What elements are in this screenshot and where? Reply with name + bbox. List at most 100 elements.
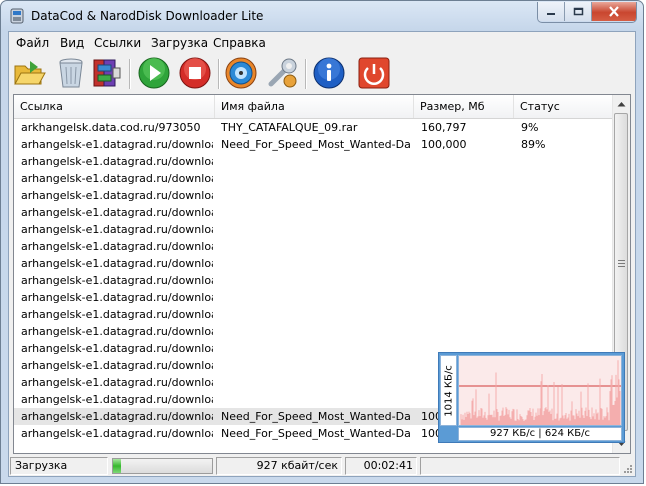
cell-filename xyxy=(221,323,411,340)
archive-icon[interactable] xyxy=(89,56,123,90)
list-row[interactable]: arhangelsk-e1.datagrad.ru/download/... xyxy=(14,204,614,221)
menu-view[interactable]: Вид xyxy=(60,36,84,50)
resize-grip-icon[interactable] xyxy=(623,464,633,474)
cell-link: arhangelsk-e1.datagrad.ru/download/... xyxy=(21,172,213,185)
cell-filename: THY_CATAFALQUE_09.rar xyxy=(221,121,358,134)
cell-status xyxy=(521,187,611,204)
cell-link: arhangelsk-e1.datagrad.ru/download/... xyxy=(21,376,213,389)
close-button[interactable] xyxy=(592,2,636,21)
cell-status xyxy=(521,323,611,340)
cell-status xyxy=(521,272,611,289)
list-row[interactable]: arhangelsk-e1.datagrad.ru/download/... xyxy=(14,221,614,238)
progress-bar xyxy=(112,458,213,474)
cell-status xyxy=(521,170,611,187)
cell-status xyxy=(521,153,611,170)
cell-size xyxy=(421,272,511,289)
cell-link: arhangelsk-e1.datagrad.ru/download/... xyxy=(21,359,213,372)
cell-link: arhangelsk-e1.datagrad.ru/download/... xyxy=(21,325,213,338)
cell-size xyxy=(421,323,511,340)
cell-link: arhangelsk-e1.datagrad.ru/download/... xyxy=(21,257,213,270)
cell-link: arhangelsk-e1.datagrad.ru/download/... xyxy=(21,240,213,253)
cell-filename xyxy=(221,391,411,408)
list-row[interactable]: arhangelsk-e1.datagrad.ru/download/... xyxy=(14,323,614,340)
toolbar-separator xyxy=(305,59,307,89)
column-filename-header[interactable]: Имя файла xyxy=(215,95,414,118)
speed-graph-widget[interactable]: 1014 КБ/с 927 КБ/с | 624 КБ/с xyxy=(438,352,625,443)
cell-status: 9% xyxy=(521,121,539,134)
status-speed: 927 кбайт/сек xyxy=(216,457,342,475)
disk-icon[interactable] xyxy=(224,56,258,90)
cell-filename xyxy=(221,170,411,187)
cell-link: arhangelsk-e1.datagrad.ru/download/... xyxy=(21,206,213,219)
menu-links[interactable]: Ссылки xyxy=(94,36,141,50)
graph-speed-label: 927 КБ/с | 624 КБ/с xyxy=(458,427,622,441)
list-row[interactable]: arhangelsk-e1.datagrad.ru/download/... xyxy=(14,170,614,187)
open-folder-icon[interactable] xyxy=(12,56,46,90)
arrow-up-icon xyxy=(617,101,626,106)
toolbar-separator xyxy=(218,59,220,89)
toolbar-separator xyxy=(129,59,131,89)
list-row[interactable]: arhangelsk-e1.datagrad.ru/download/... xyxy=(14,238,614,255)
settings-icon[interactable] xyxy=(265,56,299,90)
maximize-button[interactable] xyxy=(565,2,592,21)
cell-status xyxy=(521,306,611,323)
recycle-bin-icon[interactable] xyxy=(54,56,88,90)
graph-y-label: 1014 КБ/с xyxy=(443,364,454,417)
info-icon[interactable] xyxy=(312,56,346,90)
list-row[interactable]: arhangelsk-e1.datagrad.ru/download/... xyxy=(14,306,614,323)
minimize-button[interactable] xyxy=(538,2,565,21)
scroll-up-button[interactable] xyxy=(613,95,630,112)
cell-status xyxy=(521,238,611,255)
status-bar: Загрузка 927 кбайт/сек 00:02:41 xyxy=(9,456,635,476)
cell-link: arhangelsk-e1.datagrad.ru/download/... xyxy=(21,393,213,406)
graph-plot xyxy=(458,355,622,426)
list-row[interactable]: arkhangelsk.data.cod.ru/973050 THY_CATAFA… xyxy=(14,119,614,136)
list-row[interactable]: arhangelsk-e1.datagrad.ru/download/... xyxy=(14,255,614,272)
cell-status xyxy=(521,221,611,238)
cell-size xyxy=(421,204,511,221)
list-row[interactable]: arhangelsk-e1.datagrad.ru/download/... xyxy=(14,153,614,170)
cell-size xyxy=(421,153,511,170)
column-status-header[interactable]: Статус xyxy=(514,95,614,118)
title-bar[interactable]: DataCod & NarodDisk Downloader Lite xyxy=(1,1,643,31)
cell-link: arkhangelsk.data.cod.ru/973050 xyxy=(21,121,201,134)
cell-size xyxy=(421,238,511,255)
cell-filename xyxy=(221,357,411,374)
cell-size xyxy=(421,170,511,187)
list-row[interactable]: arhangelsk-e1.datagrad.ru/download/... xyxy=(14,187,614,204)
cell-filename xyxy=(221,153,411,170)
cell-filename xyxy=(221,187,411,204)
column-link-header[interactable]: Ссылка xyxy=(14,95,215,118)
cell-filename xyxy=(221,289,411,306)
cell-size xyxy=(421,187,511,204)
exit-icon[interactable] xyxy=(357,56,391,90)
cell-link: arhangelsk-e1.datagrad.ru/download/... xyxy=(21,427,213,440)
menu-file[interactable]: Файл xyxy=(16,36,49,50)
cell-link: arhangelsk-e1.datagrad.ru/download/... xyxy=(21,223,213,236)
cell-link: arhangelsk-e1.datagrad.ru/download/... xyxy=(21,342,213,355)
graph-y-label-box: 1014 КБ/с xyxy=(440,355,457,426)
cell-size: 100,000 xyxy=(421,138,467,151)
cell-filename xyxy=(221,204,411,221)
menu-help[interactable]: Справка xyxy=(213,36,266,50)
cell-link: arhangelsk-e1.datagrad.ru/download/... xyxy=(21,308,213,321)
cell-filename xyxy=(221,255,411,272)
cell-filename xyxy=(221,238,411,255)
stop-icon[interactable] xyxy=(178,56,212,90)
list-row[interactable]: arhangelsk-e1.datagrad.ru/download/... Ne… xyxy=(14,136,614,153)
column-size-header[interactable]: Размер, Мб xyxy=(414,95,514,118)
cell-status xyxy=(521,204,611,221)
cell-link: arhangelsk-e1.datagrad.ru/download/... xyxy=(21,274,213,287)
cell-status xyxy=(521,289,611,306)
cell-link: arhangelsk-e1.datagrad.ru/download/... xyxy=(21,410,213,423)
list-row[interactable]: arhangelsk-e1.datagrad.ru/download/... xyxy=(14,272,614,289)
cell-size xyxy=(421,289,511,306)
list-row[interactable]: arhangelsk-e1.datagrad.ru/download/... xyxy=(14,289,614,306)
cell-filename xyxy=(221,340,411,357)
menu-download[interactable]: Загрузка xyxy=(151,36,208,50)
app-window: DataCod & NarodDisk Downloader Lite Файл… xyxy=(0,0,644,484)
start-icon[interactable] xyxy=(137,56,171,90)
speed-graph xyxy=(459,360,621,425)
cell-link: arhangelsk-e1.datagrad.ru/download/... xyxy=(21,155,213,168)
cell-size xyxy=(421,306,511,323)
